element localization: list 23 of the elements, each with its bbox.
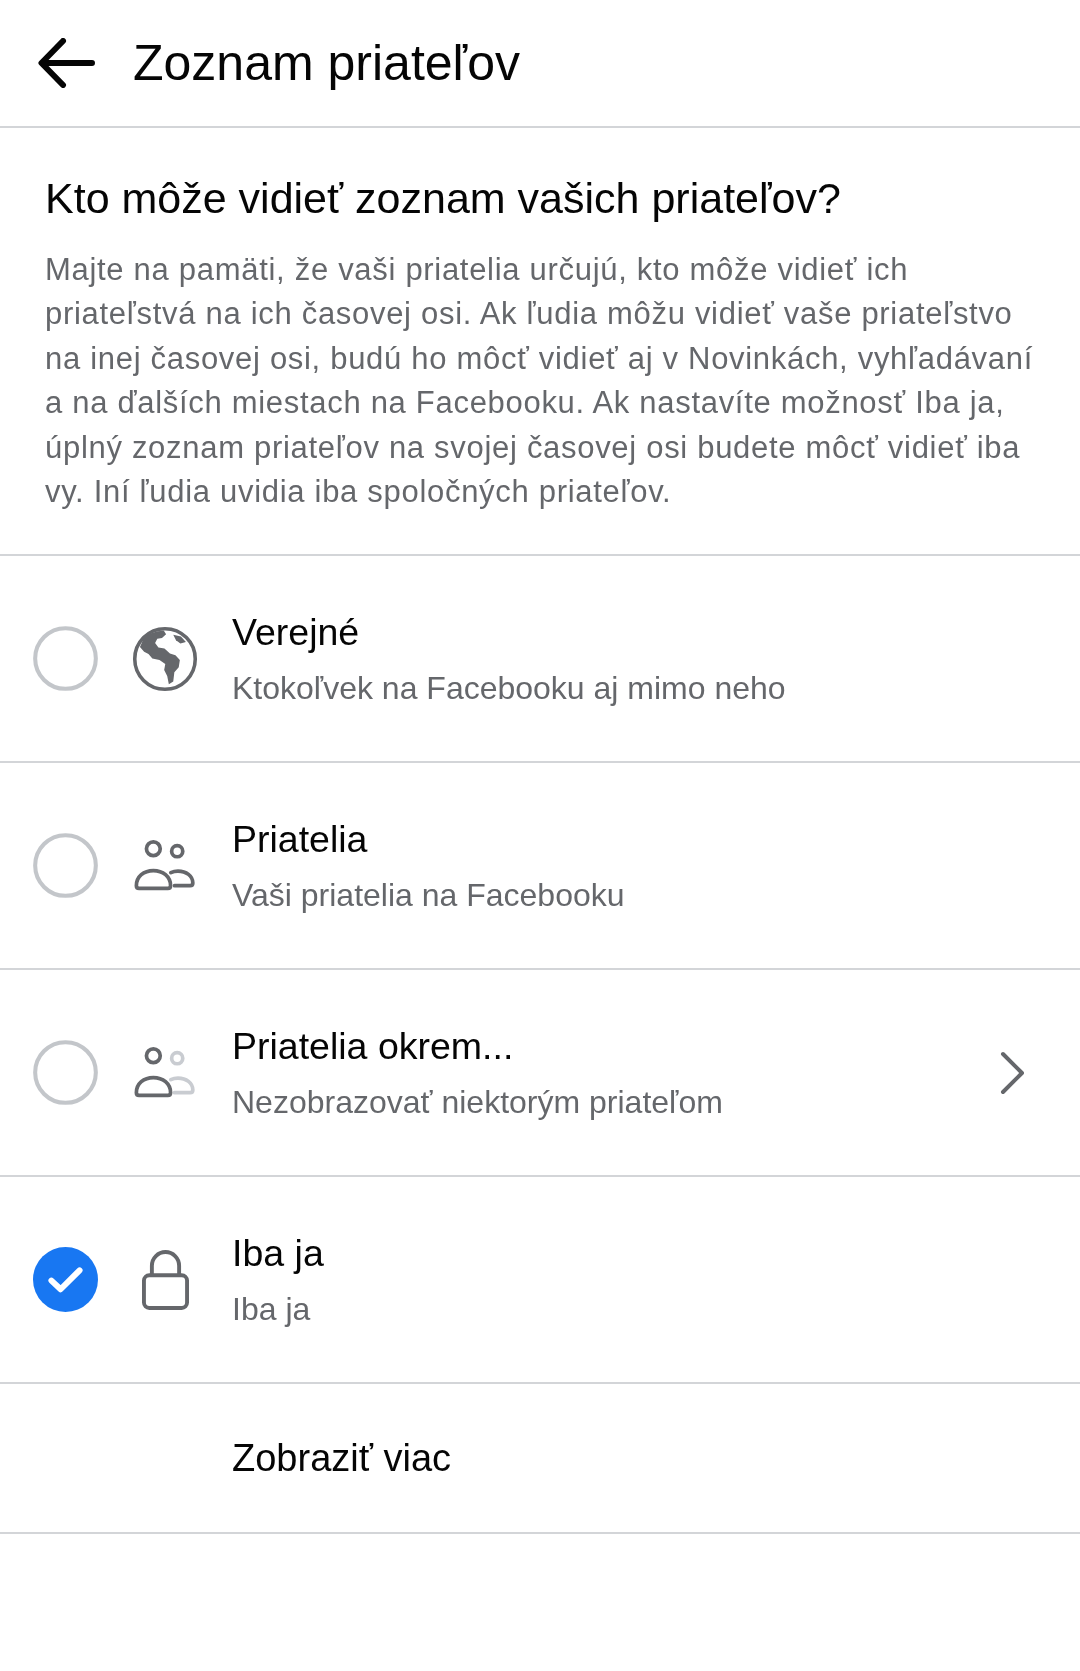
see-more-link[interactable]: Zobraziť viac: [232, 1436, 452, 1481]
people-icon: [133, 839, 197, 893]
radio-checked[interactable]: [33, 1247, 98, 1313]
section-heading: Kto môže vidieť zoznam vašich priateľov?: [45, 173, 842, 224]
option-title: Iba ja: [232, 1230, 324, 1275]
option-title: Priatelia: [232, 816, 368, 861]
back-button[interactable]: [36, 36, 97, 90]
radio-button[interactable]: [33, 1040, 98, 1106]
option-description: Iba ja: [232, 1289, 311, 1329]
option-title: Verejné: [232, 609, 360, 654]
option-description: Nezobrazovať niektorým priateľom: [232, 1082, 723, 1122]
arrow-left-icon: [38, 38, 95, 88]
option-description: Ktokoľvek na Facebooku aj mimo neho: [232, 668, 786, 708]
radio-button[interactable]: [33, 833, 98, 899]
globe-icon: [132, 625, 198, 692]
option-description: Vaši priatelia na Facebooku: [232, 875, 625, 915]
lock-icon: [141, 1249, 189, 1310]
radio-button[interactable]: [33, 626, 98, 692]
page-title: Zoznam priateľov: [133, 34, 520, 93]
section-description: Majte na pamäti, že vaši priatelia určujú, kto môže vidieť ich priateľstvá na ich časovej osi. Ak ľudia môžu vidieť vaše priateľstvo na inej časovej osi, budú ho môcť vidieť aj v Novinkách, vyhľadávaní a na ďalších miestach na Facebooku. Ak nastavíte možnosť Iba ja, úplný zoznam priateľov na svojej časovej osi budete môcť vidieť iba vy. Iní ľudia uvidia iba spoločných priateľov.: [45, 251, 1034, 512]
people-faded-icon: [133, 1046, 197, 1100]
chevron-right-icon[interactable]: [1000, 1050, 1025, 1095]
option-title: Priatelia okrem...: [232, 1023, 514, 1068]
